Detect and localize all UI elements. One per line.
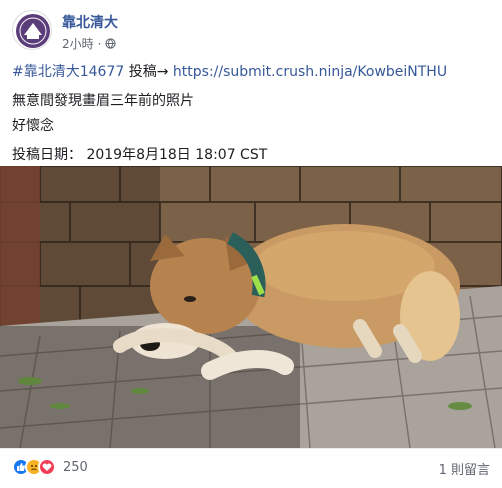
- reaction-count: 250: [63, 459, 88, 475]
- post-header: 靠北清大 2小時 ·: [12, 10, 490, 54]
- submit-url-link[interactable]: https://submit.crush.ninja/KowbeiNTHU: [173, 64, 447, 80]
- caption-line-1: 無意間發現畫眉三年前的照片: [12, 93, 194, 109]
- dog-photo: [0, 166, 502, 448]
- post-photo[interactable]: [0, 166, 502, 448]
- posted-date: 2019年8月18日 18:07 CST: [86, 147, 268, 163]
- love-icon: [38, 458, 56, 476]
- post-time[interactable]: 2小時: [62, 35, 94, 52]
- posted-label: 投稿日期：: [12, 147, 82, 163]
- page-avatar[interactable]: [12, 10, 52, 50]
- comment-count-link[interactable]: 1 則留言: [439, 459, 490, 478]
- post-link-line: #靠北清大14677 投稿→ https://submit.crush.ninj…: [12, 60, 492, 85]
- hashtag-link[interactable]: #靠北清大14677: [12, 64, 124, 80]
- post-body: #靠北清大14677 投稿→ https://submit.crush.ninj…: [12, 60, 492, 168]
- page-logo-icon: [16, 14, 50, 48]
- post-meta: 2小時 ·: [62, 35, 117, 52]
- posted-date-line: 投稿日期： 2019年8月18日 18:07 CST: [12, 143, 492, 168]
- globe-icon: [105, 38, 117, 49]
- caption-line-2: 好懷念: [12, 118, 54, 134]
- meta-separator: ·: [97, 36, 102, 51]
- page-name-link[interactable]: 靠北清大: [62, 12, 118, 32]
- post-footer: 250 1 則留言: [0, 448, 502, 488]
- submit-label: 投稿→: [128, 64, 169, 80]
- reaction-summary[interactable]: 250: [12, 458, 88, 476]
